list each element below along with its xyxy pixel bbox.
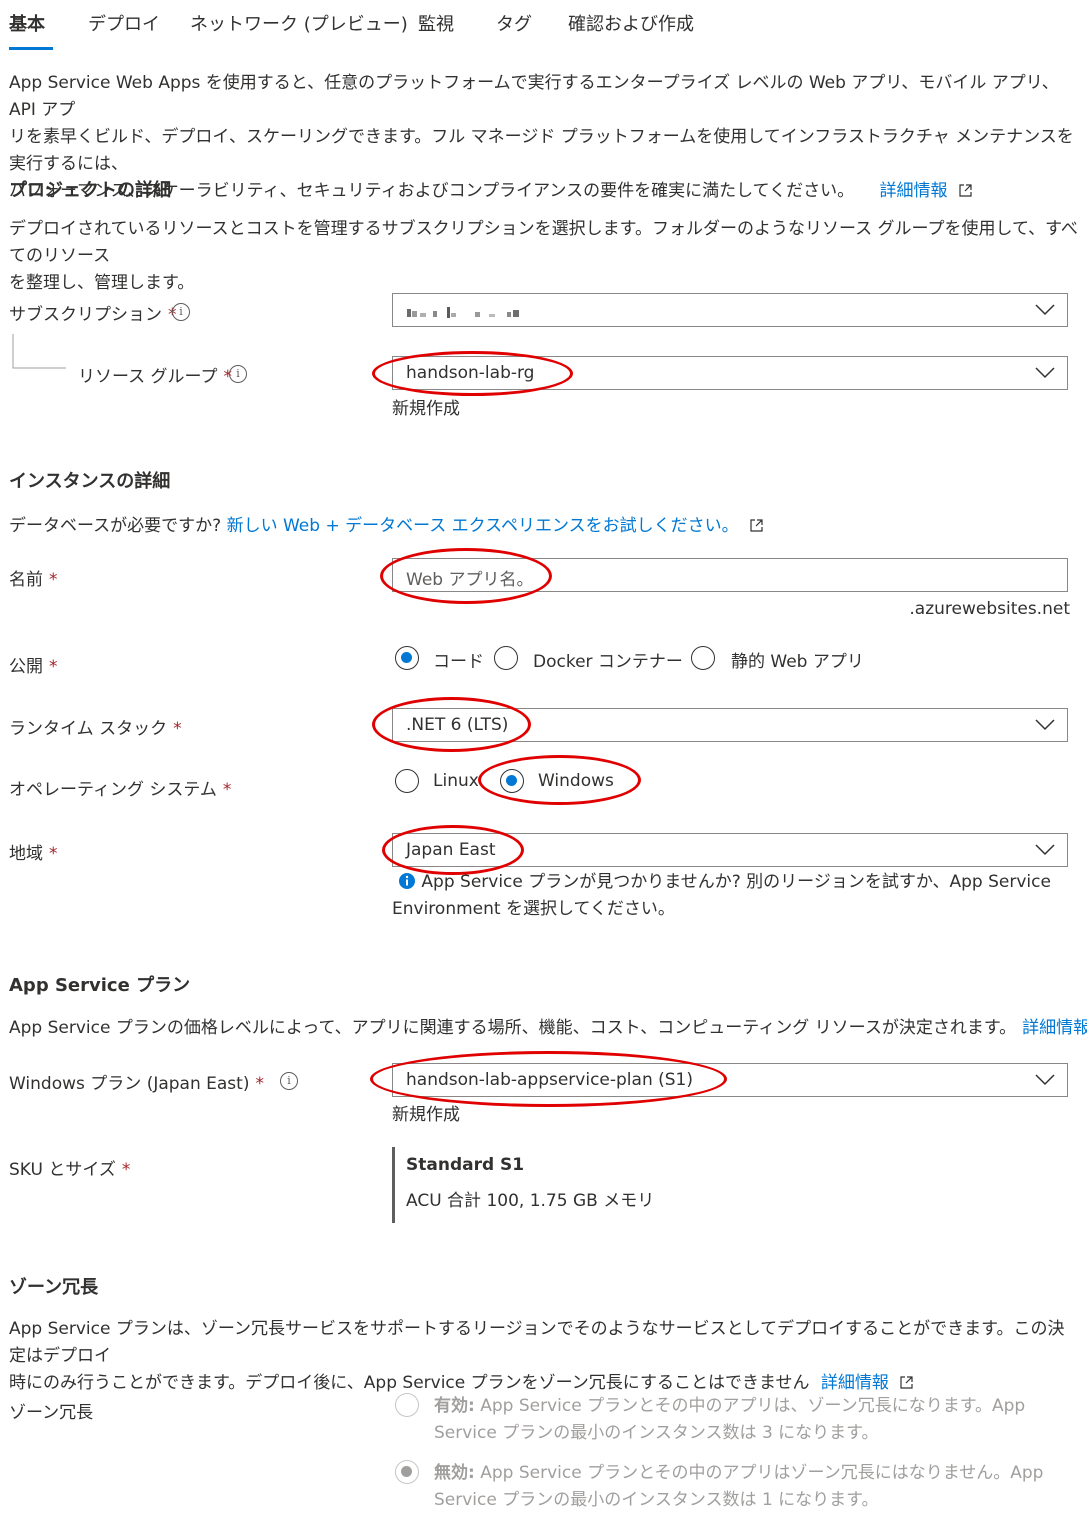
zone-redundancy-description: App Service プランは、ゾーン冗長サービスをサポートするリージョンでそ… [9,1316,1079,1397]
tab-monitoring[interactable]: 監視 [418,10,454,36]
external-link-icon [750,519,763,532]
chevron-down-icon [1035,1074,1055,1086]
publish-docker-radio[interactable] [494,646,518,670]
project-details-heading: プロジェクトの詳細 [9,180,171,201]
publish-code-label: コード [433,652,484,672]
os-label: オペレーティング システム * [9,780,232,800]
app-service-plan-description: App Service プランの価格レベルによって、アプリに関連する場所、機能、… [9,1013,1087,1038]
publish-docker-label: Docker コンテナー [533,652,683,672]
region-info-line-2: Environment を選択してください。 [392,899,675,919]
tab-review-create[interactable]: 確認および作成 [568,10,694,36]
os-linux-radio[interactable] [395,769,419,793]
plan-desc-text: App Service プランの価格レベルによって、アプリに関連する場所、機能、… [9,1018,1017,1038]
zone-enabled-title: 有効: [434,1396,475,1416]
publish-static-label: 静的 Web アプリ [731,652,864,672]
zone-enabled-line-2: Service プランの最小のインスタンス数は 3 になります。 [434,1423,879,1443]
windows-plan-info-icon[interactable]: i [280,1072,298,1090]
external-link-icon [959,184,972,197]
annotation-oval-runtime [372,697,531,752]
name-domain-suffix: .azurewebsites.net [909,599,1070,619]
database-prompt-text: データベースが必要ですか? [9,516,222,536]
intro-learn-more-link[interactable]: 詳細情報 [879,181,947,201]
tab-basics[interactable]: 基本 [9,10,45,36]
sku-detail: ACU 合計 100, 1.75 GB メモリ [406,1191,655,1211]
zone-desc-line-2-text: 時にのみ行うことができます。デプロイ後に、App Service プランをゾーン… [9,1373,810,1393]
resource-group-create-new-link[interactable]: 新規作成 [392,394,460,419]
annotation-oval-windows [478,755,641,805]
project-description: デプロイされているリソースとコストを管理するサブスクリプションを選択します。フォ… [9,216,1079,297]
zone-enabled-radio[interactable] [395,1393,419,1417]
name-label: 名前 * [9,570,58,590]
resource-group-label: リソース グループ * [78,367,233,387]
region-info-line-1: App Service プランが見つかりませんか? 別のリージョンを試すか、Ap… [421,872,1051,892]
info-icon [399,873,415,889]
subscription-label: サブスクリプション * [9,305,177,325]
runtime-stack-label: ランタイム スタック * [9,719,182,739]
tab-tags[interactable]: タグ [496,10,532,36]
zone-redundancy-label: ゾーン冗長 [9,1403,94,1423]
annotation-oval-plan [370,1051,727,1107]
database-prompt: データベースが必要ですか? 新しい Web + データベース エクスペリエンスを… [9,511,763,536]
os-linux-label: Linux [433,771,479,791]
zone-redundancy-heading: ゾーン冗長 [9,1277,99,1298]
publish-label: 公開 * [9,657,58,677]
instance-details-heading: インスタンスの詳細 [9,471,171,492]
zone-disabled-radio[interactable] [395,1460,419,1484]
resource-group-info-icon[interactable]: i [229,365,247,383]
intro-line-1: App Service Web Apps を使用すると、任意のプラットフォームで… [9,73,1059,120]
tab-network[interactable]: ネットワーク (プレビュー) [190,10,408,36]
zone-desc-line-1: App Service プランは、ゾーン冗長サービスをサポートするリージョンでそ… [9,1319,1065,1366]
subscription-select[interactable] [392,293,1068,327]
app-service-plan-heading: App Service プラン [9,975,191,996]
tab-bar: 基本 デプロイ ネットワーク (プレビュー) 監視 タグ 確認および作成 [0,0,1087,52]
chevron-down-icon [1035,304,1055,316]
chevron-down-icon [1035,367,1055,379]
zone-disabled-title: 無効: [434,1463,475,1483]
external-link-icon [900,1376,913,1389]
chevron-down-icon [1035,844,1055,856]
redacted-subscription-value [407,307,519,318]
chevron-down-icon [1035,719,1055,731]
zone-disabled-line-2: Service プランの最小のインスタンス数は 1 になります。 [434,1490,879,1510]
zone-learn-more-link[interactable]: 詳細情報 [821,1373,889,1393]
publish-static-radio[interactable] [691,646,715,670]
zone-enabled-line-1: App Service プランとその中のアプリは、ゾーン冗長になります。App [480,1396,1026,1416]
region-label: 地域 * [9,844,58,864]
plan-learn-more-link[interactable]: 詳細情報 [1022,1018,1087,1038]
plan-create-new-link[interactable]: 新規作成 [392,1100,460,1125]
annotation-oval-region [382,825,524,875]
annotation-oval-resource-group [372,351,573,396]
zone-enabled-text: 有効: App Service プランとその中のアプリは、ゾーン冗長になります。… [434,1393,1064,1447]
sku-name: Standard S1 [406,1155,525,1175]
project-desc-line-1: デプロイされているリソースとコストを管理するサブスクリプションを選択します。フォ… [9,219,1078,266]
zone-disabled-text: 無効: App Service プランとその中のアプリはゾーン冗長にはなりません… [434,1460,1064,1514]
annotation-oval-name [380,548,552,604]
tree-connector [12,334,66,369]
web-database-link[interactable]: 新しい Web + データベース エクスペリエンスをお試しください。 [227,516,739,536]
publish-code-radio[interactable] [395,646,419,670]
subscription-info-icon[interactable]: i [172,303,190,321]
windows-plan-label: Windows プラン (Japan East) * [9,1074,264,1094]
sku-accent-bar [392,1147,395,1223]
region-info-message: App Service プランが見つかりませんか? 別のリージョンを試すか、Ap… [392,869,1052,923]
active-tab-indicator [9,47,53,50]
intro-line-2: リを素早くビルド、デプロイ、スケーリングできます。フル マネージド プラットフォ… [9,127,1074,174]
tab-deploy[interactable]: デプロイ [88,10,160,36]
sku-size-label: SKU とサイズ * [9,1160,131,1180]
zone-disabled-line-1: App Service プランとその中のアプリはゾーン冗長にはなりません。App [480,1463,1044,1483]
